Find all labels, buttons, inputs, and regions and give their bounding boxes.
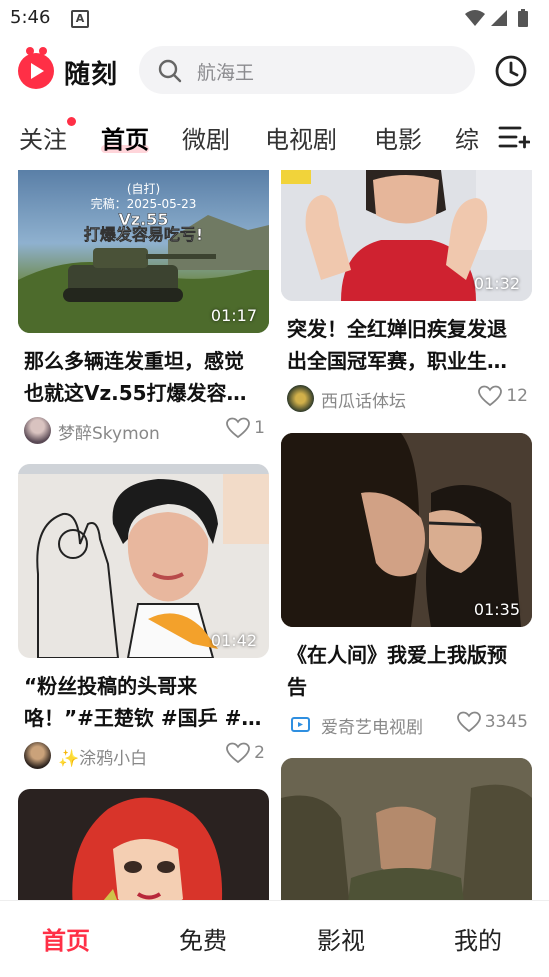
tab-micro-drama[interactable]: 微剧 xyxy=(182,120,230,155)
video-duration: 01:17 xyxy=(210,306,257,325)
status-bar: 5:46 A xyxy=(0,0,549,36)
app-brand-name: 随刻 xyxy=(64,60,119,90)
cartoon-illustration xyxy=(72,797,223,900)
signal-icon xyxy=(491,10,507,26)
like-button[interactable]: 12 xyxy=(478,385,528,407)
video-card[interactable]: (自打) 完稿：2025-05-23 Vz.55 打爆发容易吃亏! 01:17 … xyxy=(18,170,269,449)
video-card[interactable]: 01:32 突发！全红婵旧疾复发退出全国冠军赛，职业生… 西瓜话体坛 12 xyxy=(281,170,532,417)
video-duration: 01:32 xyxy=(473,274,520,293)
tab-menu-icon[interactable] xyxy=(498,124,530,150)
author-name[interactable]: 西瓜话体坛 xyxy=(321,387,406,412)
video-duration: 01:42 xyxy=(210,631,257,650)
drawing-illustration xyxy=(18,464,269,658)
heart-icon xyxy=(478,385,503,407)
avatar[interactable] xyxy=(24,742,51,769)
tab-follow[interactable]: 关注 xyxy=(19,117,76,155)
battery-icon xyxy=(518,9,528,27)
author-name[interactable]: ✨涂鸦小白 xyxy=(58,744,147,769)
heart-icon xyxy=(226,742,251,764)
couple-illustration xyxy=(281,433,532,627)
like-button[interactable]: 1 xyxy=(226,417,265,439)
tab-label: 综 xyxy=(455,126,479,154)
video-title[interactable]: “粉丝投稿的头哥来咯！”#王楚钦 #国乒 #… xyxy=(24,670,263,734)
video-duration: 01:35 xyxy=(473,600,520,619)
notification-dot xyxy=(67,117,76,126)
video-thumbnail[interactable]: 01:32 xyxy=(281,170,532,301)
tab-movies[interactable]: 电影 xyxy=(374,120,422,155)
iqiyi-tv-icon[interactable] xyxy=(287,711,314,738)
video-feed[interactable]: (自打) 完稿：2025-05-23 Vz.55 打爆发容易吃亏! 01:17 … xyxy=(0,170,549,900)
video-thumbnail[interactable]: (自打) 完稿：2025-05-23 Vz.55 打爆发容易吃亏! 01:17 xyxy=(18,170,269,333)
tab-label: 首页 xyxy=(101,126,149,154)
tab-home[interactable]: 首页 xyxy=(101,120,149,155)
wifi-icon xyxy=(465,10,485,26)
search-icon xyxy=(158,59,182,83)
search-placeholder: 航海王 xyxy=(197,62,255,84)
video-meta: 西瓜话体坛 12 xyxy=(281,383,532,417)
video-thumbnail[interactable] xyxy=(18,789,269,900)
author-name[interactable]: 爱奇艺电视剧 xyxy=(321,713,423,738)
author-name[interactable]: 梦醉Skymon xyxy=(58,419,160,444)
video-thumbnail[interactable]: 01:42 xyxy=(18,464,269,658)
system-icons xyxy=(463,8,539,32)
overlay-line: (自打) xyxy=(126,182,161,196)
category-tabs: 关注 首页 微剧 电视剧 电影 综 xyxy=(0,108,549,164)
nav-profile[interactable]: 我的 xyxy=(454,921,502,956)
search-bar[interactable]: 航海王 xyxy=(139,46,475,94)
video-card[interactable]: 01:42 “粉丝投稿的头哥来咯！”#王楚钦 #国乒 #… ✨涂鸦小白 2 xyxy=(18,464,269,774)
like-count: 12 xyxy=(506,386,528,406)
video-card[interactable] xyxy=(18,789,269,900)
nav-film-tv[interactable]: 影视 xyxy=(317,921,365,956)
like-button[interactable]: 2 xyxy=(226,742,265,764)
tab-tv-series[interactable]: 电视剧 xyxy=(265,120,337,155)
nav-home[interactable]: 首页 xyxy=(42,921,90,956)
overlay-line: 打爆发容易吃亏! xyxy=(83,225,204,244)
video-title[interactable]: 那么多辆连发重坦，感觉也就这Vz.55打爆发容… xyxy=(24,345,263,409)
like-button[interactable]: 3345 xyxy=(456,711,528,733)
like-count: 3345 xyxy=(484,712,528,732)
video-title[interactable]: 突发！全红婵旧疾复发退出全国冠军赛，职业生… xyxy=(287,313,526,377)
tab-variety[interactable]: 综 xyxy=(455,120,479,155)
sparkle-icon: ✨ xyxy=(58,749,80,769)
video-card[interactable] xyxy=(281,758,532,900)
avatar[interactable] xyxy=(287,385,314,412)
video-thumbnail[interactable]: 01:35 xyxy=(281,433,532,627)
video-meta: 梦醉Skymon 1 xyxy=(18,415,269,449)
heart-icon xyxy=(226,417,251,439)
author-text: 涂鸦小白 xyxy=(79,749,148,769)
notification-icon: A xyxy=(71,10,89,28)
thumbnail-overlay-text: (自打) 完稿：2025-05-23 Vz.55 打爆发容易吃亏! xyxy=(18,182,269,244)
tab-label: 电视剧 xyxy=(265,126,337,154)
like-count: 2 xyxy=(254,743,265,763)
nav-free[interactable]: 免费 xyxy=(179,921,227,956)
soldiers-illustration xyxy=(281,758,532,900)
video-meta: 爱奇艺电视剧 3345 xyxy=(281,709,532,743)
tab-label: 微剧 xyxy=(182,126,230,154)
video-title[interactable]: 《在人间》我爱上我版预告 xyxy=(287,639,526,703)
app-header: 随刻 航海王 xyxy=(0,40,549,100)
like-count: 1 xyxy=(254,418,265,438)
tab-label: 关注 xyxy=(19,126,67,154)
video-card[interactable]: 01:35 《在人间》我爱上我版预告 爱奇艺电视剧 3345 xyxy=(281,433,532,743)
history-clock-icon[interactable] xyxy=(494,54,528,88)
app-logo-icon xyxy=(18,47,54,89)
avatar[interactable] xyxy=(24,417,51,444)
tab-label: 电影 xyxy=(374,126,422,154)
bottom-navigation: 首页 免费 影视 我的 xyxy=(0,900,549,977)
status-time: 5:46 xyxy=(10,7,51,28)
heart-icon xyxy=(456,711,481,733)
video-thumbnail[interactable] xyxy=(281,758,532,900)
video-meta: ✨涂鸦小白 2 xyxy=(18,740,269,774)
